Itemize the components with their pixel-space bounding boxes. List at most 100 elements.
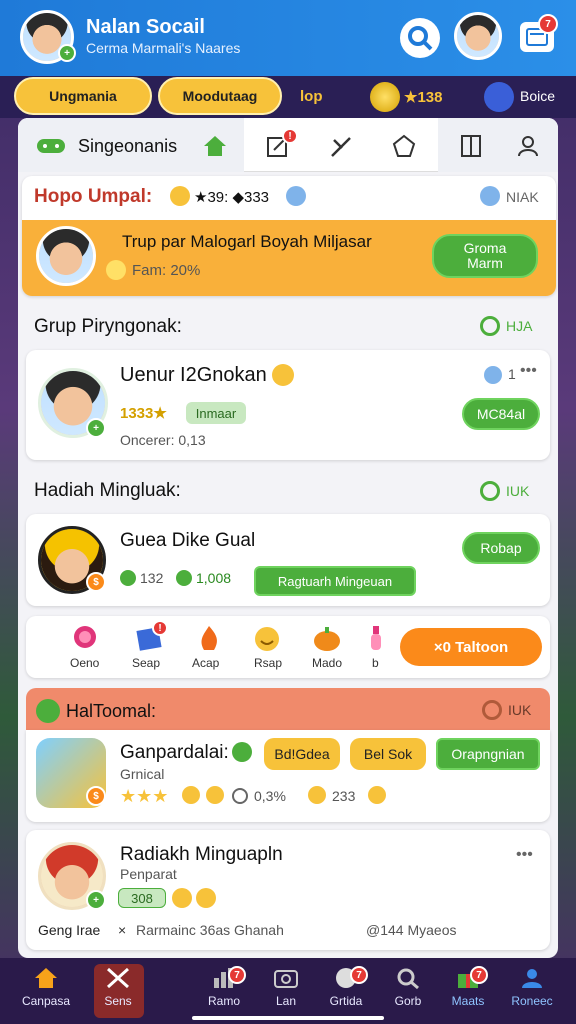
quick-action-label-5: b xyxy=(372,656,379,670)
item3-meta1: 0,3% xyxy=(254,788,286,804)
user-icon[interactable] xyxy=(516,134,540,158)
item3-sub: Grnical xyxy=(120,766,165,782)
quick-actions-button[interactable]: ×0 Taltoon xyxy=(400,628,542,666)
camera-icon xyxy=(274,970,298,988)
nav-item-6[interactable]: Maats xyxy=(436,966,500,1008)
nav-label-1: Sens xyxy=(104,994,132,1008)
quick-action-4[interactable] xyxy=(310,624,344,654)
gem-icon-2 xyxy=(176,570,192,586)
nav-item-4[interactable]: Grtida xyxy=(314,966,378,1008)
item4-status-icon: + xyxy=(86,890,106,910)
section1-corner[interactable]: HJA xyxy=(506,318,532,334)
section2-corner[interactable]: IUK xyxy=(506,483,529,499)
coin-icon-4b xyxy=(196,888,216,908)
online-badge: + xyxy=(58,44,76,62)
item4-more-icon[interactable]: ••• xyxy=(516,846,533,864)
nav-item-5[interactable]: Gorb xyxy=(376,966,440,1008)
nav-item-0[interactable]: Canpasa xyxy=(14,966,78,1008)
close-icon[interactable]: × xyxy=(118,922,126,938)
info-icon xyxy=(286,186,306,206)
item3-btn3[interactable]: Orapngnian xyxy=(436,738,540,770)
user1-more-icon[interactable]: ••• xyxy=(520,362,537,380)
book-panel-icon[interactable] xyxy=(460,134,482,158)
section3-heading: HalToomal: xyxy=(66,701,157,721)
nav-label-4: Grtida xyxy=(329,994,363,1008)
home-indicator xyxy=(192,1016,384,1020)
nav-badge-2: 7 xyxy=(228,966,246,984)
home-icon xyxy=(35,968,57,988)
tab-button-2[interactable]: Moodutaag xyxy=(158,77,282,115)
nav-label-7: Roneec xyxy=(511,994,553,1008)
nav-item-3[interactable]: Lan xyxy=(254,966,318,1008)
item4-right: @144 Myaeos xyxy=(366,922,457,938)
user1-button[interactable]: MC84al xyxy=(462,398,540,430)
quick-action-3[interactable] xyxy=(250,624,284,654)
promo-button[interactable]: Groma Marm xyxy=(432,234,538,278)
app-title: Nalan Socail xyxy=(86,16,205,38)
section3-corner[interactable]: IUK xyxy=(508,702,531,718)
coin-icon-3c xyxy=(308,786,326,804)
user2-name: Guea Dike Gual xyxy=(120,530,256,551)
search-icon xyxy=(408,26,433,51)
item4-left: Geng Irae xyxy=(38,922,101,938)
nav-label-0: Canpasa xyxy=(21,994,71,1008)
item3-btn1[interactable]: Bd!Gdea xyxy=(264,738,340,770)
coin-count: ★138 xyxy=(404,89,443,106)
potion-icon xyxy=(371,626,381,650)
fire-icon xyxy=(201,626,217,650)
crossed-swords-icon xyxy=(106,967,130,989)
home-icon[interactable] xyxy=(202,134,228,158)
quick-action-0[interactable] xyxy=(68,624,102,654)
gem-icon xyxy=(120,570,136,586)
pumpkin-icon xyxy=(314,627,340,651)
user1-name: Uenur I2Gnokan xyxy=(120,364,267,386)
user-label: Boice xyxy=(520,88,556,104)
user1-tag: Inmaar xyxy=(186,402,246,424)
nav-badge-4: 7 xyxy=(350,966,368,984)
gear-icon-3 xyxy=(482,700,502,720)
promo-corner[interactable]: NIAK xyxy=(506,189,539,205)
item3-btn2[interactable]: Bel Sok xyxy=(350,738,426,770)
friend-avatar[interactable] xyxy=(454,12,502,60)
edit-badge: ! xyxy=(282,128,298,144)
tools-icon[interactable] xyxy=(328,134,354,160)
search-button[interactable] xyxy=(400,18,440,58)
coin-icon-3d xyxy=(368,786,386,804)
item4-card[interactable] xyxy=(26,830,550,950)
coins-icon xyxy=(370,82,400,112)
globe-icon xyxy=(480,186,500,206)
quick-action-5[interactable] xyxy=(364,624,388,654)
user2-action[interactable]: Ragtuarh Mingeuan xyxy=(254,566,416,596)
coin-icon-3a xyxy=(182,786,200,804)
pentagon-icon[interactable] xyxy=(392,134,416,158)
quick-action-label-3: Rsap xyxy=(254,656,283,670)
item4-mid: Rarmainc 36as Ghanah xyxy=(136,922,284,938)
app-subtitle: Cerma Marmali's Naares xyxy=(86,40,241,56)
nav-item-7[interactable]: Roneec xyxy=(500,966,564,1008)
quick-action-1-badge: ! xyxy=(152,620,168,636)
user-icon xyxy=(522,969,542,988)
leaf-icon xyxy=(36,699,60,723)
clock-icon xyxy=(232,788,248,804)
user2-button[interactable]: Robap xyxy=(462,532,540,564)
user1-score: 1333★ xyxy=(120,405,167,422)
nav-label-2: Ramo xyxy=(207,994,240,1008)
quick-action-2[interactable] xyxy=(192,624,226,654)
quick-action-label-0: Oeno xyxy=(70,656,100,670)
emoji-icon xyxy=(170,186,190,206)
section2-heading: Hadiah Mingluak: xyxy=(34,480,181,501)
quick-action-label-2: Acap xyxy=(192,656,220,670)
lollipop-icon xyxy=(74,626,96,648)
gear-icon-2 xyxy=(480,481,500,501)
promo-avatar xyxy=(36,226,96,286)
item3-name: Ganpardalai: xyxy=(120,742,229,763)
item4-sub: Penparat xyxy=(120,866,177,882)
nav-item-1[interactable]: Sens xyxy=(86,966,150,1008)
plus-icon xyxy=(232,742,252,762)
tab-button-1[interactable]: Ungmania xyxy=(14,77,152,115)
smile-face-icon xyxy=(255,627,279,651)
nav-item-2[interactable]: Ramo xyxy=(192,966,256,1008)
user-globe-icon[interactable] xyxy=(484,82,514,112)
top-link[interactable]: lop xyxy=(300,88,323,105)
quick-action-label-1: Seap xyxy=(132,656,161,670)
